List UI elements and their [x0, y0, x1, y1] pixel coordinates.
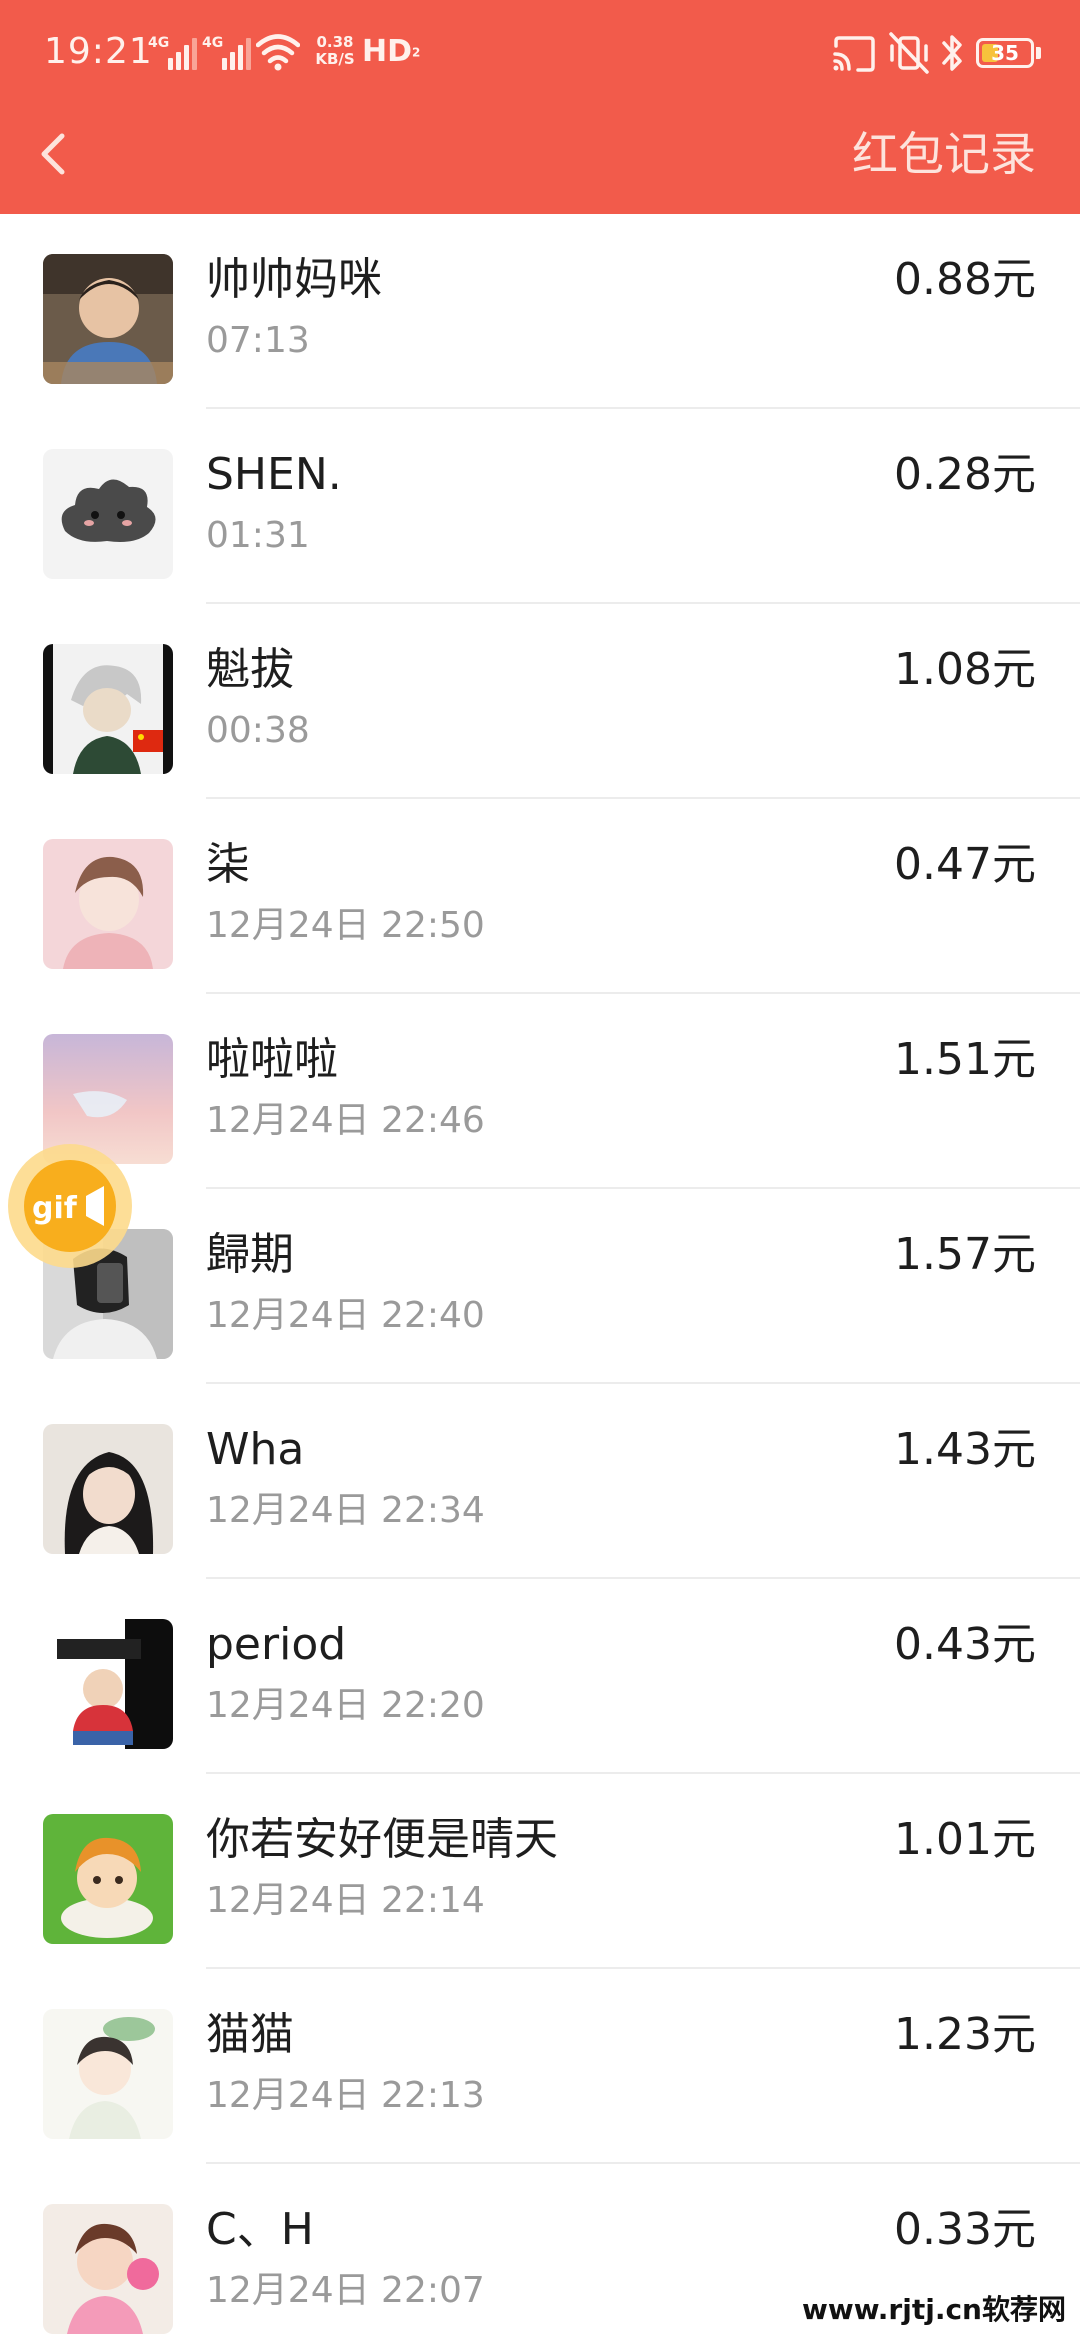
sender-name: 歸期 [206, 1229, 294, 1280]
sender-name: 柒 [206, 839, 250, 890]
receive-time: 12月24日 22:14 [206, 1880, 485, 1921]
network-speed-unit: KB/S [315, 50, 355, 68]
cast-icon [833, 36, 875, 72]
avatar [43, 1619, 173, 1749]
receive-time: 12月24日 22:50 [206, 905, 485, 946]
record-row[interactable]: 柒 12月24日 22:50 0.47元 [0, 799, 1080, 994]
vibrate-mute-icon [889, 32, 929, 74]
record-row[interactable]: 啦啦啦 12月24日 22:46 1.51元 [0, 994, 1080, 1189]
status-time: 19:21 [44, 31, 153, 72]
receive-time: 01:31 [206, 515, 310, 556]
chevron-left-icon[interactable] [28, 126, 84, 182]
sender-name: Wha [206, 1424, 305, 1475]
sender-name: period [206, 1619, 347, 1670]
record-row[interactable]: 你若安好便是晴天 12月24日 22:14 1.01元 [0, 1774, 1080, 1969]
receive-time: 12月24日 22:34 [206, 1490, 485, 1531]
avatar [43, 839, 173, 969]
title-bar: 红包记录 [0, 104, 1080, 214]
hd-label: HD [362, 34, 413, 69]
receive-time: 12月24日 22:20 [206, 1685, 485, 1726]
avatar [43, 2204, 173, 2334]
avatar [43, 449, 173, 579]
record-row[interactable]: period 12月24日 22:20 0.43元 [0, 1579, 1080, 1774]
amount: 1.57元 [894, 1229, 1036, 1280]
sender-name: 帅帅妈咪 [206, 254, 382, 305]
battery-level: 35 [991, 41, 1019, 65]
battery-icon: 35 [976, 38, 1034, 68]
sender-name: C、H [206, 2204, 314, 2255]
amount: 0.33元 [894, 2204, 1036, 2255]
amount: 0.88元 [894, 254, 1036, 305]
bluetooth-icon [942, 35, 962, 71]
avatar [43, 254, 173, 384]
amount: 0.47元 [894, 839, 1036, 890]
record-row[interactable]: 帅帅妈咪 07:13 0.88元 [0, 214, 1080, 409]
sender-name: SHEN. [206, 449, 342, 500]
avatar [43, 644, 173, 774]
amount: 0.43元 [894, 1619, 1036, 1670]
sender-name: 魁拔 [206, 644, 294, 695]
video-camera-icon: gif [32, 1186, 104, 1226]
receive-time: 00:38 [206, 710, 310, 751]
amount: 1.08元 [894, 644, 1036, 695]
record-row[interactable]: 猫猫 12月24日 22:13 1.23元 [0, 1969, 1080, 2164]
avatar [43, 1814, 173, 1944]
receive-time: 07:13 [206, 320, 310, 361]
sim2-network-label: 4G [202, 35, 224, 51]
gif-label: gif [32, 1191, 78, 1226]
record-row[interactable]: 歸期 12月24日 22:40 1.57元 [0, 1189, 1080, 1384]
wifi-icon [256, 34, 300, 71]
avatar [43, 2009, 173, 2139]
network-speed-value: 0.38 [316, 33, 354, 51]
record-row[interactable]: Wha 12月24日 22:34 1.43元 [0, 1384, 1080, 1579]
receive-time: 12月24日 22:13 [206, 2075, 485, 2116]
receive-time: 12月24日 22:40 [206, 1295, 485, 1336]
status-bar: 19:21 4G 4G 0.38 KB/S HD2 35 [0, 0, 1080, 104]
receive-time: 12月24日 22:07 [206, 2270, 485, 2311]
amount: 0.28元 [894, 449, 1036, 500]
receive-time: 12月24日 22:46 [206, 1100, 485, 1141]
header: 19:21 4G 4G 0.38 KB/S HD2 35 红包记录 [0, 0, 1080, 214]
battery-tip [1036, 47, 1041, 59]
sender-name: 你若安好便是晴天 [206, 1814, 558, 1865]
avatar [43, 1424, 173, 1554]
amount: 1.51元 [894, 1034, 1036, 1085]
red-packet-records-link[interactable]: 红包记录 [852, 122, 1036, 186]
watermark: www.rjtj.cn软荐网 [795, 2290, 1072, 2330]
red-packet-record-list: 帅帅妈咪 07:13 0.88元 SHEN. 01:31 0.28元 魁拔 00… [0, 214, 1080, 2340]
sender-name: 猫猫 [206, 2009, 294, 2060]
hd-sub-label: 2 [412, 45, 421, 60]
sim1-network-label: 4G [148, 35, 170, 51]
network-speed: 0.38 KB/S [310, 34, 360, 68]
record-row[interactable]: 魁拔 00:38 1.08元 [0, 604, 1080, 799]
amount: 1.01元 [894, 1814, 1036, 1865]
amount: 1.23元 [894, 2009, 1036, 2060]
gif-record-button[interactable]: gif [8, 1144, 132, 1268]
amount: 1.43元 [894, 1424, 1036, 1475]
red-packet-records-screen: 19:21 4G 4G 0.38 KB/S HD2 35 红包记录 帅帅妈咪 0… [0, 0, 1080, 2340]
sender-name: 啦啦啦 [206, 1034, 338, 1085]
record-row[interactable]: SHEN. 01:31 0.28元 [0, 409, 1080, 604]
hd-badge: HD2 [362, 34, 420, 71]
gif-record-button-inner: gif [24, 1160, 116, 1252]
